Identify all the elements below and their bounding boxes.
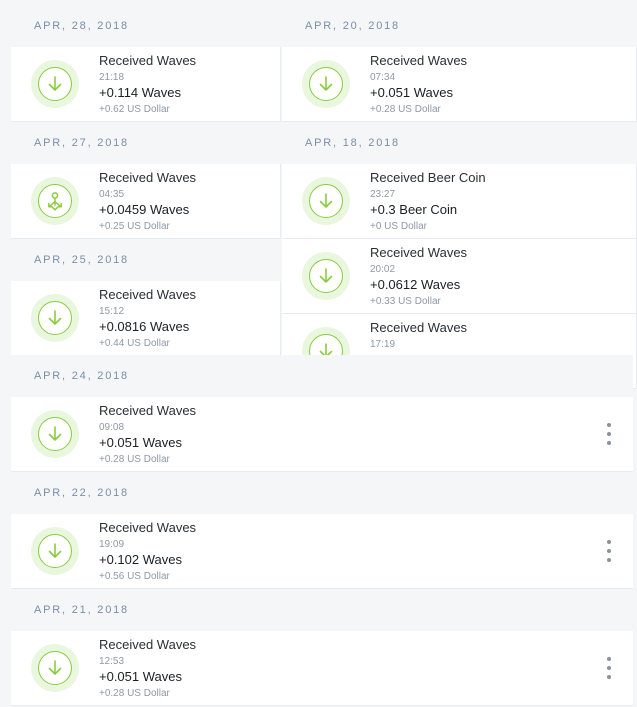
transaction-time: 07:34 xyxy=(370,72,396,83)
transaction-row[interactable]: Received Waves 07:34 +0.051 Waves +0.28 US … xyxy=(282,47,637,122)
date-group-header: APR, 28, 2018 xyxy=(11,5,281,47)
transaction-time: 15:12 xyxy=(99,306,125,317)
date-group-header: APR, 18, 2018 xyxy=(282,122,637,164)
transaction-row[interactable]: Received Waves 19:09 +0.102 Waves +0.56 US … xyxy=(11,514,633,589)
transaction-amount: +0.051 Waves xyxy=(99,669,182,684)
more-options-icon[interactable] xyxy=(605,657,613,679)
transaction-title: Received Waves xyxy=(99,170,197,185)
transaction-usd-value: +0.25 US Dollar xyxy=(99,221,170,232)
transaction-usd-value: +0.33 US Dollar xyxy=(370,296,441,307)
transactions-list-full: APR, 24, 2018 Received Waves 09:08 +0.051 W… xyxy=(11,355,633,706)
arrow-down-icon xyxy=(31,60,79,108)
transaction-usd-value: +0.62 US Dollar xyxy=(99,104,170,115)
transaction-amount: +0.051 Waves xyxy=(99,435,182,450)
arrow-down-icon xyxy=(302,60,350,108)
transaction-row[interactable]: Received Beer Coin 23:27 +0.3 Beer Coin +0 … xyxy=(282,164,637,239)
transaction-row[interactable]: Received Waves 09:08 +0.051 Waves +0.28 US … xyxy=(11,397,633,472)
transaction-row[interactable]: Received Waves 15:12 +0.0816 Waves +0.44 US… xyxy=(11,281,281,356)
transaction-time: 20:02 xyxy=(370,264,396,275)
transaction-usd-value: +0.28 US Dollar xyxy=(370,104,441,115)
arrow-down-icon xyxy=(302,177,350,225)
transaction-title: Received Waves xyxy=(370,53,468,68)
transaction-amount: +0.0816 Waves xyxy=(99,319,190,334)
transaction-amount: +0.051 Waves xyxy=(370,85,453,100)
transaction-amount: +0.102 Waves xyxy=(99,552,182,567)
date-group-header: APR, 21, 2018 xyxy=(11,589,633,631)
transaction-title: Received Waves xyxy=(370,245,468,260)
transaction-title: Received Waves xyxy=(99,287,197,302)
more-options-icon[interactable] xyxy=(605,423,613,445)
transactions-column-left: APR, 28, 2018 Received Waves 21:18 +0.114 W… xyxy=(11,5,281,356)
arrow-down-icon xyxy=(302,252,350,300)
mass-transfer-icon xyxy=(31,177,79,225)
transaction-row[interactable]: Received Waves 20:02 +0.0612 Waves +0.33 US… xyxy=(282,239,637,314)
transaction-title: Received Waves xyxy=(99,53,197,68)
transaction-title: Received Waves xyxy=(99,520,197,535)
arrow-down-icon xyxy=(31,294,79,342)
transaction-time: 04:35 xyxy=(99,189,125,200)
transaction-usd-value: +0.56 US Dollar xyxy=(99,571,170,582)
transaction-row[interactable]: Received Waves 04:35 +0.0459 Waves +0.25 US… xyxy=(11,164,281,239)
date-group-header: APR, 22, 2018 xyxy=(11,472,633,514)
date-group-header: APR, 20, 2018 xyxy=(282,5,637,47)
transaction-row[interactable]: Received Waves 12:53 +0.051 Waves +0.28 US … xyxy=(11,631,633,706)
date-group-header: APR, 27, 2018 xyxy=(11,122,281,164)
arrow-down-icon xyxy=(31,527,79,575)
transaction-usd-value: +0.44 US Dollar xyxy=(99,338,170,349)
transactions-column-right: APR, 20, 2018 Received Waves 07:34 +0.051 W… xyxy=(282,5,637,389)
transaction-title: Received Beer Coin xyxy=(370,170,486,185)
transaction-row[interactable]: Received Waves 21:18 +0.114 Waves +0.62 US … xyxy=(11,47,281,122)
transaction-time: 19:09 xyxy=(99,539,125,550)
transaction-amount: +0.0612 Waves xyxy=(370,277,461,292)
transaction-usd-value: +0 US Dollar xyxy=(370,221,427,232)
more-options-icon[interactable] xyxy=(605,540,613,562)
transaction-time: 21:18 xyxy=(99,72,125,83)
transaction-amount: +0.0459 Waves xyxy=(99,202,190,217)
transaction-time: 23:27 xyxy=(370,189,396,200)
transaction-usd-value: +0.28 US Dollar xyxy=(99,454,170,465)
transaction-usd-value: +0.28 US Dollar xyxy=(99,688,170,699)
arrow-down-icon xyxy=(31,644,79,692)
transaction-amount: +0.114 Waves xyxy=(99,85,182,100)
transaction-time: 09:08 xyxy=(99,422,125,433)
date-group-header: APR, 25, 2018 xyxy=(11,239,281,281)
arrow-down-icon xyxy=(31,410,79,458)
transaction-title: Received Waves xyxy=(99,403,197,418)
transaction-amount: +0.3 Beer Coin xyxy=(370,202,458,217)
transaction-time: 17:19 xyxy=(370,339,396,350)
transaction-title: Received Waves xyxy=(370,320,468,335)
transaction-time: 12:53 xyxy=(99,656,125,667)
transaction-title: Received Waves xyxy=(99,637,197,652)
date-group-header: APR, 24, 2018 xyxy=(11,355,633,397)
